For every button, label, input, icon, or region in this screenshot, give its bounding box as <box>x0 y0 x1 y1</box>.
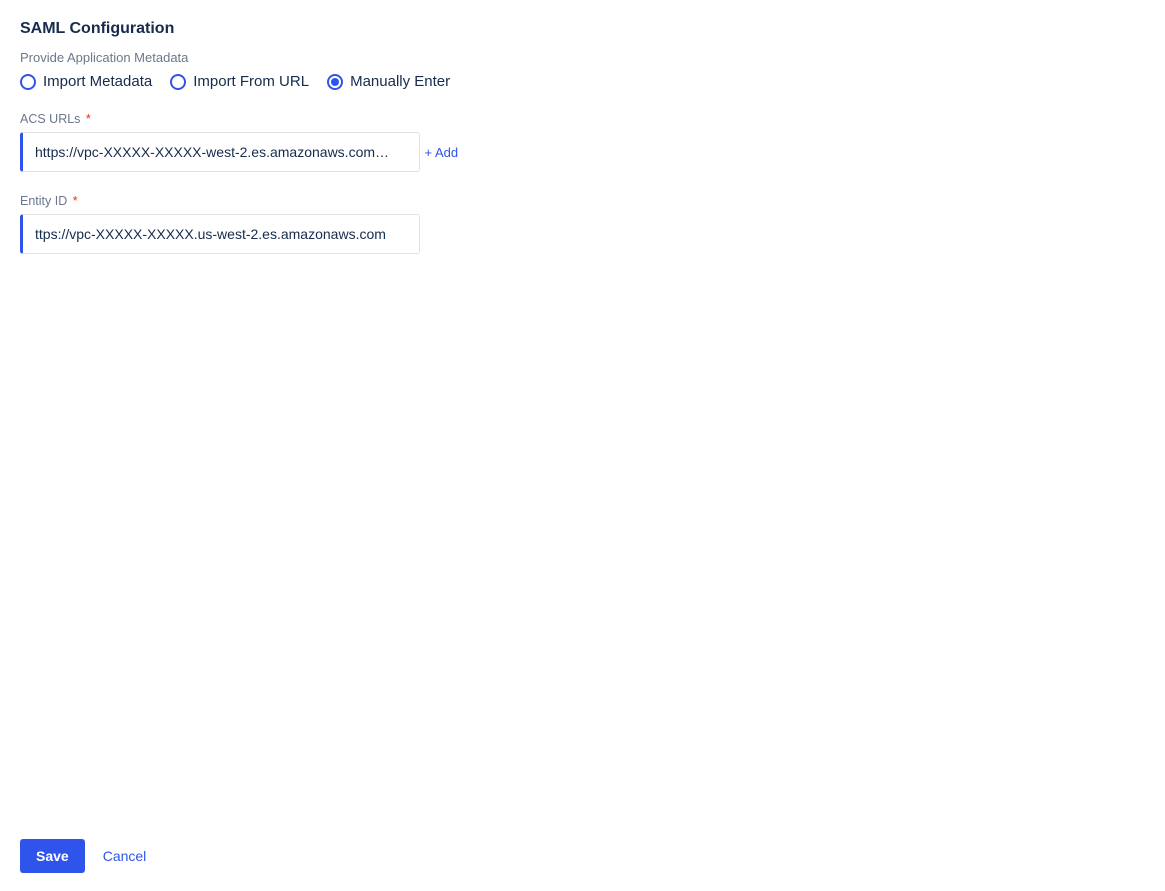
radio-icon <box>170 74 186 90</box>
radio-icon <box>327 74 343 90</box>
acs-urls-input[interactable] <box>20 132 420 172</box>
cancel-button[interactable]: Cancel <box>103 848 147 864</box>
footer-actions: Save Cancel <box>20 839 146 873</box>
required-indicator: * <box>73 194 78 208</box>
add-acs-url-link[interactable]: + Add <box>424 145 458 160</box>
radio-label-import-metadata: Import Metadata <box>43 73 152 90</box>
entity-id-input[interactable] <box>20 214 420 254</box>
radio-manually-enter[interactable]: Manually Enter <box>327 73 450 90</box>
radio-import-from-url[interactable]: Import From URL <box>170 73 309 90</box>
radio-label-import-from-url: Import From URL <box>193 73 309 90</box>
entity-id-field-group: Entity ID * <box>20 194 1145 254</box>
acs-urls-field-group: ACS URLs * + Add <box>20 112 1145 172</box>
radio-import-metadata[interactable]: Import Metadata <box>20 73 152 90</box>
entity-id-label: Entity ID * <box>20 194 1145 208</box>
metadata-subtext: Provide Application Metadata <box>20 50 1145 65</box>
save-button[interactable]: Save <box>20 839 85 873</box>
radio-label-manually-enter: Manually Enter <box>350 73 450 90</box>
entity-id-label-text: Entity ID <box>20 194 67 208</box>
metadata-radio-group: Import Metadata Import From URL Manually… <box>20 73 1145 90</box>
required-indicator: * <box>86 112 91 126</box>
acs-urls-label-text: ACS URLs <box>20 112 80 126</box>
radio-icon <box>20 74 36 90</box>
acs-urls-label: ACS URLs * <box>20 112 1145 126</box>
page-title: SAML Configuration <box>20 20 1145 38</box>
